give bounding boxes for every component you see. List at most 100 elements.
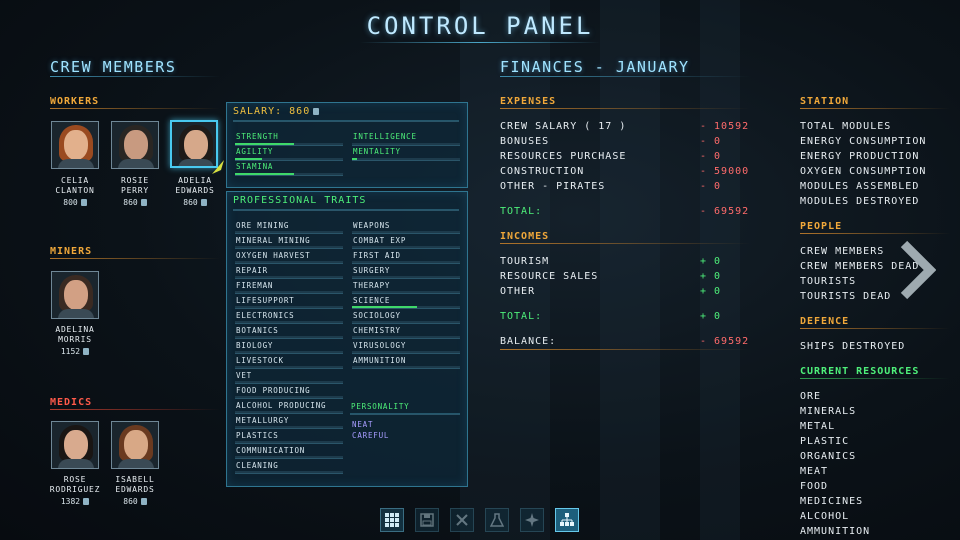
stat-stamina-bar (235, 173, 343, 176)
workers-label: Workers (50, 96, 100, 107)
plane-icon (525, 513, 539, 527)
personality-title: Personality (351, 402, 410, 411)
balance-line (500, 349, 750, 350)
trait-fireman: Fireman (236, 281, 274, 290)
trait-weapons: Weapons (353, 221, 391, 230)
crew-heading-line (50, 76, 220, 77)
tools-button[interactable] (450, 508, 474, 532)
station-line (800, 108, 950, 109)
save-icon (420, 513, 434, 527)
people-tourists: Tourists (800, 276, 857, 287)
resource-minerals: Minerals (800, 406, 857, 417)
trait-bar-livestock (235, 366, 343, 369)
trait-bar-surgery (352, 276, 460, 279)
trait-metallurgy: Metallurgy (236, 416, 290, 425)
title-underline (360, 42, 600, 43)
credits-icon (80, 199, 87, 206)
balance-label: Balance: (500, 336, 557, 347)
crew-portrait-celia[interactable] (51, 121, 99, 169)
income-resource-sales-value: + 0 (700, 271, 722, 282)
trait-biology: Biology (236, 341, 274, 350)
salary-divider (233, 120, 459, 122)
stat-strength-fill (235, 143, 295, 145)
crew-portrait-isabell[interactable] (111, 421, 159, 469)
resource-ammunition: Ammunition (800, 526, 871, 537)
resource-medicines: Medicines (800, 496, 864, 507)
trait-bar-virusology (352, 351, 460, 354)
people-tourists-dead: Tourists Dead (800, 291, 892, 302)
credits-icon (140, 498, 147, 505)
people-crew-members: Crew Members (800, 246, 885, 257)
trait-botanics: Botanics (236, 326, 279, 335)
credits-icon (83, 348, 90, 355)
defence-label: Defence (800, 316, 850, 327)
trait-combat-exp: Combat Exp (353, 236, 407, 245)
crew-portrait-rose[interactable] (51, 421, 99, 469)
trait-plastics: Plastics (236, 431, 279, 440)
expense-crew-salary-17-label: Crew Salary ( 17 ) (500, 121, 627, 132)
trait-surgery: Surgery (353, 266, 391, 275)
trait-bar-fireman (235, 291, 343, 294)
miners-label: Miners (50, 246, 93, 257)
trait-bar-alcohol-producing (235, 411, 343, 414)
credits-icon (83, 498, 90, 505)
trait-science-fill (352, 306, 417, 308)
trait-bar-science (352, 306, 460, 309)
income-resource-sales-label: Resource Sales (500, 271, 599, 282)
incomes-total-value: + 0 (700, 311, 722, 322)
expense-bonuses-label: Bonuses (500, 136, 550, 147)
traits-divider (233, 209, 459, 211)
trait-bar-plastics (235, 441, 343, 444)
personality-trait-neat: Neat (352, 420, 374, 429)
hierarchy-button[interactable] (555, 508, 579, 532)
stat-agility-bar (235, 158, 343, 161)
station-energy-consumption: Energy Consumption (800, 136, 927, 147)
finances-heading-line (500, 76, 750, 77)
ships-button[interactable] (520, 508, 544, 532)
trait-bar-ore-mining (235, 231, 343, 234)
background-stripe (700, 0, 740, 540)
crew-portrait-adelina[interactable] (51, 271, 99, 319)
resource-metal: Metal (800, 421, 836, 432)
crew-portrait-rosie[interactable] (111, 121, 159, 169)
resource-plastic: Plastic (800, 436, 850, 447)
credits-icon (140, 199, 147, 206)
grid-button[interactable] (380, 508, 404, 532)
trait-first-aid: First Aid (353, 251, 401, 260)
resource-meat: Meat (800, 466, 829, 477)
people-line (800, 233, 950, 234)
trait-bar-oxygen-harvest (235, 261, 343, 264)
trait-bar-botanics (235, 336, 343, 339)
stat-mentality-bar (352, 158, 460, 161)
resource-food: Food (800, 481, 829, 492)
workers-line (50, 108, 220, 109)
balance-value: - 69592 (700, 336, 750, 347)
crew-salary-adelia: 860 (155, 198, 235, 207)
expense-crew-salary-17-value: - 10592 (700, 121, 750, 132)
stat-agility-label: Agility (236, 147, 274, 156)
income-tourism-label: Tourism (500, 256, 550, 267)
next-page-chevron-icon[interactable] (896, 240, 936, 300)
trait-ammunition: Ammunition (353, 356, 407, 365)
expenses-total-label: Total: (500, 206, 543, 217)
station-total-modules: Total Modules (800, 121, 892, 132)
incomes-label: Incomes (500, 231, 550, 242)
trait-bar-first-aid (352, 261, 460, 264)
crew-name-adelina: Adelina Morris (55, 325, 95, 344)
expense-resources-purchase-value: - 0 (700, 151, 722, 162)
resource-ore: Ore (800, 391, 822, 402)
people-label: People (800, 221, 843, 232)
personality-trait-careful: Careful (352, 431, 390, 440)
selection-pointer-icon (212, 160, 224, 174)
research-button[interactable] (485, 508, 509, 532)
trait-bar-repair (235, 276, 343, 279)
station-energy-production: Energy Production (800, 151, 920, 162)
expense-other-pirates-value: - 0 (700, 181, 722, 192)
salary-label: Salary: 860 (233, 106, 320, 117)
trait-therapy: Therapy (353, 281, 391, 290)
crew-portrait-adelia[interactable] (170, 120, 218, 168)
trait-bar-lifesupport (235, 306, 343, 309)
stat-stamina-label: Stamina (236, 162, 274, 171)
save-button[interactable] (415, 508, 439, 532)
expenses-line (500, 108, 750, 109)
